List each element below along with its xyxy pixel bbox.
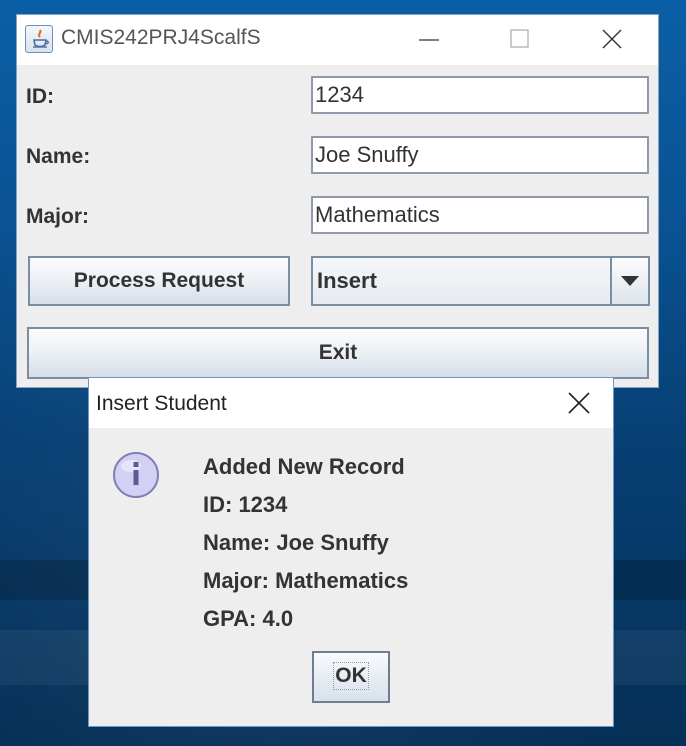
- dialog-close-button[interactable]: [555, 384, 603, 422]
- action-select-value: Insert: [317, 268, 377, 293]
- major-label: Major:: [26, 205, 89, 228]
- close-icon: [602, 29, 622, 49]
- ok-button[interactable]: OK: [312, 651, 390, 703]
- exit-button[interactable]: Exit: [27, 327, 649, 379]
- message-line: GPA: 4.0: [203, 606, 294, 631]
- java-app-icon[interactable]: [25, 25, 53, 53]
- message-line: Major: Mathematics: [203, 568, 409, 593]
- message-line: ID: 1234: [203, 492, 288, 517]
- dialog-title: Insert Student: [96, 392, 227, 415]
- title-bar[interactable]: CMIS242PRJ4ScalfS: [17, 15, 658, 65]
- window-title: CMIS242PRJ4ScalfS: [61, 26, 261, 49]
- focus-indicator: [333, 662, 369, 690]
- message-line: Added New Record: [203, 454, 405, 479]
- close-button[interactable]: [589, 21, 635, 57]
- message-line: Name: Joe Snuffy: [203, 530, 389, 555]
- name-label: Name:: [26, 145, 91, 168]
- name-field[interactable]: [311, 136, 649, 174]
- main-window: CMIS242PRJ4ScalfS ID: Name: Major: Proce…: [16, 14, 659, 388]
- chevron-down-icon: [621, 276, 639, 286]
- process-request-button[interactable]: Process Request: [28, 256, 290, 306]
- insert-student-dialog: Insert Student Added New Record ID: 1234…: [88, 377, 614, 727]
- id-label: ID:: [26, 85, 54, 108]
- minimize-button[interactable]: [406, 21, 452, 57]
- maximize-icon: [510, 29, 529, 48]
- info-icon: [111, 450, 163, 506]
- id-field[interactable]: [311, 76, 649, 114]
- dialog-title-bar[interactable]: Insert Student: [89, 378, 613, 428]
- action-select[interactable]: Insert: [311, 256, 650, 306]
- minimize-icon: [419, 39, 439, 41]
- maximize-button[interactable]: [496, 21, 542, 57]
- dropdown-button[interactable]: [610, 258, 648, 304]
- close-icon: [568, 392, 590, 414]
- major-field[interactable]: [311, 196, 649, 234]
